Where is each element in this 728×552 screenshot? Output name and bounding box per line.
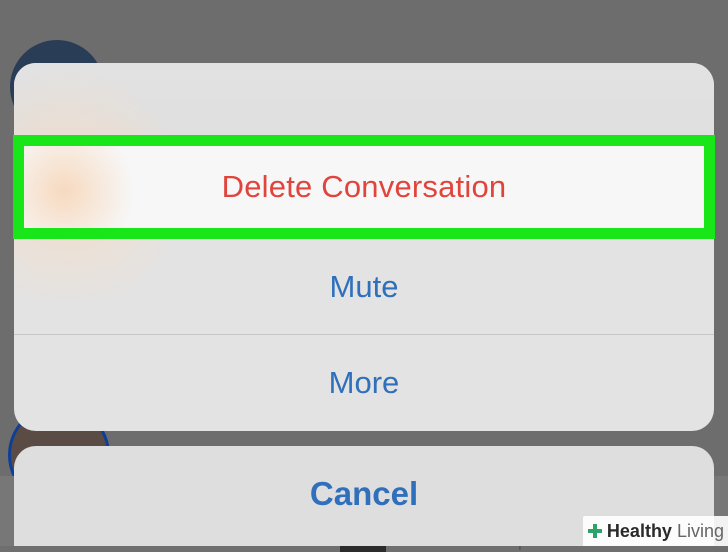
more-option[interactable]: More <box>14 335 714 431</box>
watermark-brand: Healthy Living <box>607 521 724 542</box>
watermark: Healthy Living <box>582 516 728 546</box>
action-sheet: Mute More <box>14 63 714 431</box>
watermark-brand-strong: Healthy <box>606 520 672 541</box>
mute-option[interactable]: Mute <box>14 239 714 334</box>
more-label: More <box>328 365 400 400</box>
delete-conversation-option[interactable]: Delete Conversation <box>13 135 715 239</box>
cancel-label: Cancel <box>309 475 419 512</box>
watermark-brand-light: Living <box>676 520 724 541</box>
delete-conversation-label: Delete Conversation <box>221 169 507 204</box>
mute-label: Mute <box>329 268 399 304</box>
highlight-glow <box>24 146 154 228</box>
plus-cross-icon <box>587 523 603 539</box>
